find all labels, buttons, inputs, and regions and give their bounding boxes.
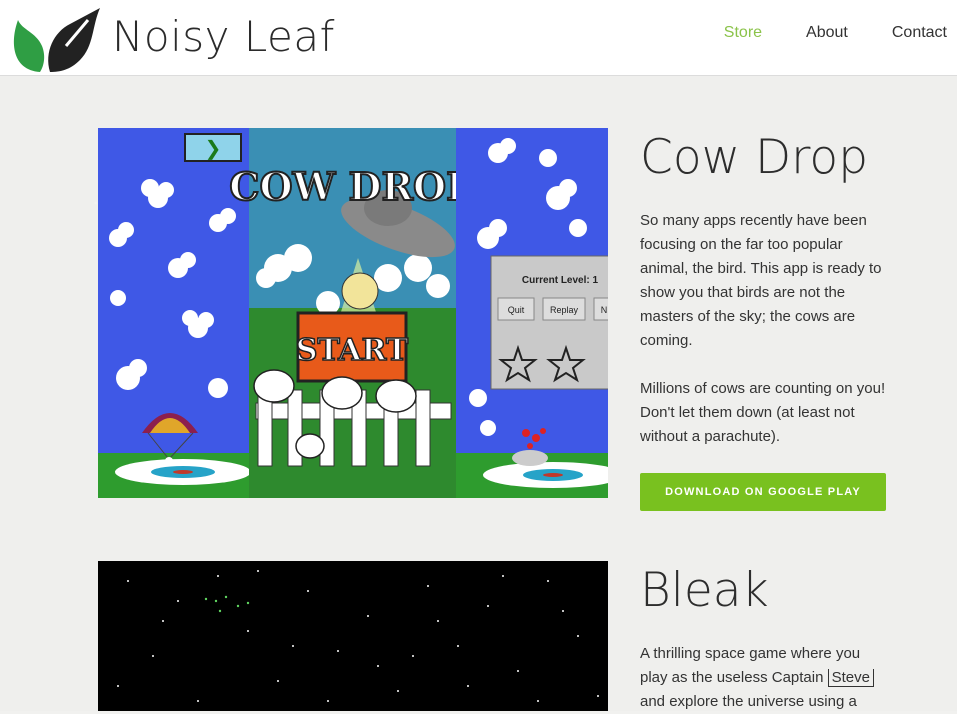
nav-about[interactable]: About [806,23,848,43]
level-text: Current Level: 1 [522,275,599,286]
brand-name[interactable]: Noisy Leaf [112,12,335,62]
cow-drop-paragraph-1: So many apps recently have been focusing… [640,212,882,349]
captain-steve-link[interactable]: Steve [827,669,874,687]
arrow-glyph: ❯ [205,136,222,160]
start-text: START [296,333,409,368]
bleak-screenshot [98,561,608,711]
cow-drop-screenshot: ❯ COW DROP START Current Level: 1 Quit R… [98,128,608,498]
bleak-description: A thrilling space game where you play as… [640,642,890,714]
bleak-description-end: and explore the universe using a [640,693,857,710]
site-header: Noisy Leaf Store About Contact [0,0,957,76]
bleak-title: Bleak [640,563,769,618]
replay-text: Replay [550,305,579,315]
quit-text: Quit [508,305,525,315]
bleak-starfield [117,570,599,702]
leaf-logo-icon[interactable] [8,2,102,72]
nav-contact[interactable]: Contact [892,23,947,43]
next-text: N [601,305,608,315]
cow-drop-title: Cow Drop [640,130,869,185]
nav-store[interactable]: Store [724,23,762,43]
cow-drop-paragraph-2: Millions of cows are counting on you! Do… [640,380,886,445]
main-nav: Store About Contact [680,23,947,43]
game-title-text: COW DROP [229,164,474,209]
cow-drop-description: So many apps recently have been focusing… [640,209,890,473]
download-google-play-button[interactable]: DOWNLOAD ON GOOGLE PLAY [640,473,886,511]
cow-drop-artwork: ❯ COW DROP START Current Level: 1 Quit R… [98,128,608,498]
